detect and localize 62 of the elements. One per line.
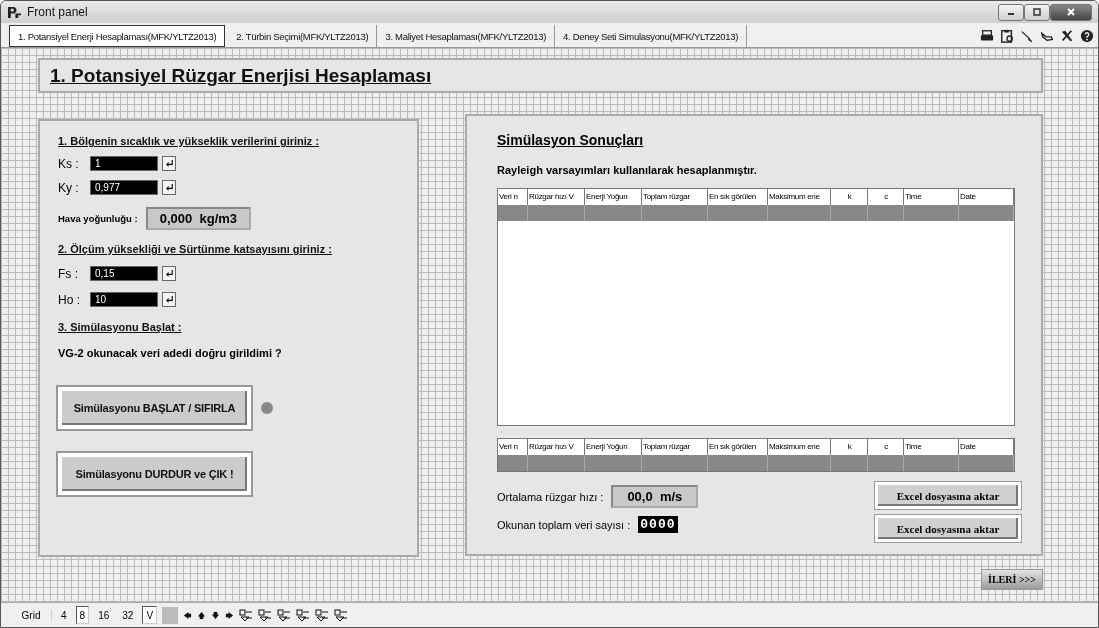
page-title: 1. Potansiyel Rüzgar Enerjisi Hesaplaması [50,64,432,87]
section-heading: 3. Simülasyonu Başlat : [58,321,182,333]
counter-display: 0000 [638,516,678,533]
stop-button[interactable]: Simülasyonu DURDUR ve ÇIK ! [58,453,251,495]
density-display: 0,000 kg/m3 [145,207,252,230]
field-label: Ky : [58,180,80,195]
help-icon[interactable] [1080,29,1094,43]
enter-icon [164,159,174,168]
grid-label: Grid [11,609,52,621]
results-title: Simülasyon Sonuçları [497,132,644,148]
arrow-left-icon[interactable] [183,610,193,620]
input-field[interactable]: 0,977 [90,180,158,195]
start-button[interactable]: Simülasyonu BAŞLAT / SIFIRLA [58,387,251,429]
section-heading: 2. Ölçüm yüksekliği ve Sürtünme katsayısını giriniz : [58,243,332,255]
close-icon [1066,7,1076,17]
align-icon[interactable] [258,608,273,622]
grid-option[interactable]: 4 [57,606,71,624]
close-button[interactable] [1050,3,1092,21]
arrow-down-icon[interactable] [211,610,221,620]
grid-option[interactable]: 8 [75,606,90,624]
input-field[interactable]: 1 [90,156,158,171]
print-icon[interactable] [980,29,994,43]
readout-label: Okunan toplam veri sayısı : [497,518,631,531]
grid-option[interactable]: V [142,606,158,624]
grid-option[interactable]: 16 [94,606,114,624]
align-icon[interactable] [334,608,349,622]
enter-button[interactable] [162,292,176,307]
next-button[interactable]: İLERİ >>> [981,569,1043,590]
arrow-up-icon[interactable] [197,610,207,620]
input-field[interactable]: 10 [90,292,158,307]
enter-icon [164,183,174,192]
field-label: Ho : [58,292,81,307]
section-heading: 1. Bölgenin sıcaklık ve yükseklik verilerini giriniz : [58,135,320,147]
minimize-button[interactable] [998,3,1024,21]
grid-option[interactable]: 32 [118,606,138,624]
export-button[interactable]: Excel dosyasına aktar [875,515,1021,542]
color-swatch[interactable] [162,606,179,624]
enter-button[interactable] [162,156,176,171]
results-subtitle: Rayleigh varsayımları kullanılarak hesaplanmıştır. [497,164,757,176]
field-label: Fs : [58,266,79,281]
field-label: Hava yoğunluğu : [58,213,138,224]
speed-display: 00,0 m/s [611,485,699,508]
maximize-button[interactable] [1024,3,1050,21]
input-field[interactable]: 0,15 [90,266,158,281]
align-icon[interactable] [296,608,311,622]
tab[interactable]: 1. Potansiyel Enerji Hesaplaması(MFK/YLTZ2013) [9,25,226,47]
align-icon[interactable] [277,608,292,622]
enter-icon [164,269,174,278]
app-logo-icon [7,5,22,19]
enter-button[interactable] [162,266,176,281]
export-button[interactable]: Excel dosyasına aktar [875,482,1021,509]
clipboard-icon[interactable] [1000,29,1014,43]
arrow-right-icon[interactable] [225,610,235,620]
window-title: Front panel [27,5,88,19]
question-text: VG-2 okunacak veri adedi doğru girildimi ? [58,347,282,359]
enter-icon [164,295,174,304]
align-icon[interactable] [239,608,254,622]
enter-button[interactable] [162,180,176,195]
maximize-icon [1032,7,1042,17]
readout-label: Ortalama rüzgar hızı : [497,490,604,503]
align-icon[interactable] [315,608,330,622]
field-label: Ks : [58,156,80,171]
